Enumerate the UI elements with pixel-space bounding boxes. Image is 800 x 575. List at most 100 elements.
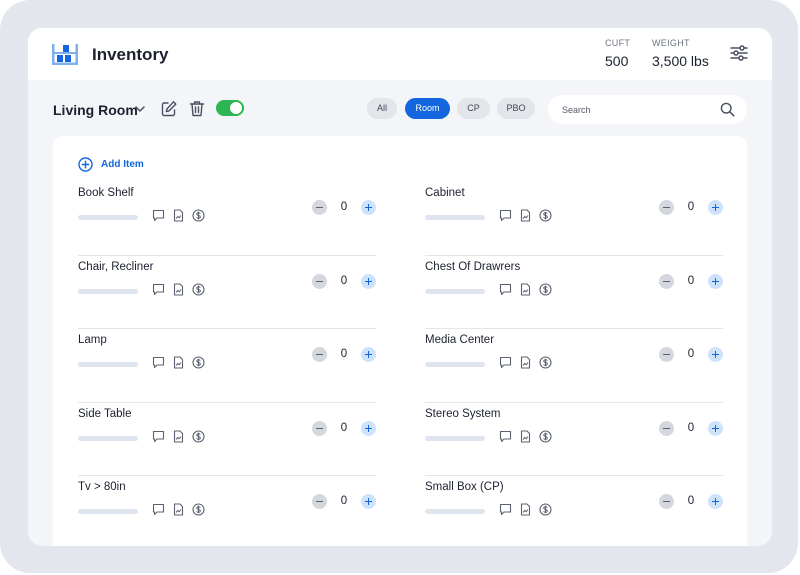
edit-icon[interactable]	[161, 100, 177, 117]
dollar-icon[interactable]	[192, 429, 205, 443]
settings-sliders-icon[interactable]	[729, 43, 749, 63]
increment-button[interactable]	[361, 420, 376, 436]
item-quantity: 0	[687, 495, 695, 507]
list-item: Media Center 0	[425, 329, 723, 403]
decrement-button[interactable]	[659, 347, 674, 362]
dollar-icon[interactable]	[192, 209, 205, 222]
increment-button[interactable]	[708, 200, 723, 215]
comment-icon[interactable]	[152, 430, 165, 443]
filter-room[interactable]: Room	[405, 98, 450, 119]
list-item: Side Table 0	[78, 403, 376, 476]
filter-cp[interactable]: CP	[457, 98, 490, 119]
decrement-button[interactable]	[312, 273, 327, 289]
dollar-icon[interactable]	[192, 356, 205, 369]
search-input[interactable]	[562, 101, 712, 118]
add-item-button[interactable]: Add Item	[78, 156, 144, 172]
item-name: Media Center	[425, 334, 495, 346]
comment-icon[interactable]	[499, 283, 512, 296]
inventory-panel: Add Item Book Shelf 0 Cabinet 0 Chair, Recli…	[53, 136, 747, 546]
cuft-value: 500	[605, 53, 629, 69]
item-name: Cabinet	[425, 187, 465, 199]
document-icon[interactable]	[519, 282, 532, 296]
item-progress-bar	[78, 509, 138, 514]
comment-icon[interactable]	[152, 356, 165, 369]
document-icon[interactable]	[519, 209, 532, 222]
comment-icon[interactable]	[499, 209, 512, 222]
document-icon[interactable]	[172, 503, 185, 516]
item-name: Chest Of Drawrers	[425, 260, 521, 273]
item-progress-bar	[78, 288, 138, 294]
trash-icon[interactable]	[189, 100, 205, 117]
item-progress-bar	[78, 362, 138, 367]
room-toolbar: Living Room All Room CP PBO	[28, 80, 772, 136]
dollar-icon[interactable]	[539, 429, 552, 443]
dollar-icon[interactable]	[539, 282, 552, 296]
item-name: Small Box (CP)	[425, 481, 504, 493]
decrement-button[interactable]	[659, 273, 674, 289]
list-item: Stereo System 0	[425, 403, 723, 476]
document-icon[interactable]	[519, 356, 532, 369]
comment-icon[interactable]	[152, 209, 165, 222]
item-quantity: 0	[687, 348, 695, 360]
list-item: Book Shelf 0	[78, 182, 376, 256]
room-selector-label[interactable]: Living Room	[53, 102, 138, 118]
dollar-icon[interactable]	[539, 209, 552, 222]
search-box	[548, 95, 747, 124]
dollar-icon[interactable]	[192, 282, 205, 296]
document-icon[interactable]	[519, 503, 532, 516]
increment-button[interactable]	[361, 347, 376, 362]
item-progress-bar	[78, 215, 138, 220]
item-quantity: 0	[687, 274, 695, 287]
increment-button[interactable]	[708, 273, 723, 289]
dollar-icon[interactable]	[192, 503, 205, 516]
item-progress-bar	[425, 288, 485, 294]
list-item: Chair, Recliner 0	[78, 256, 376, 329]
increment-button[interactable]	[708, 494, 723, 509]
comment-icon[interactable]	[499, 430, 512, 443]
item-quantity: 0	[340, 201, 348, 213]
document-icon[interactable]	[172, 356, 185, 369]
comment-icon[interactable]	[152, 283, 165, 296]
comment-icon[interactable]	[499, 503, 512, 516]
document-icon[interactable]	[172, 429, 185, 443]
document-icon[interactable]	[519, 429, 532, 443]
search-icon[interactable]	[720, 102, 735, 117]
increment-button[interactable]	[708, 347, 723, 362]
item-name: Book Shelf	[78, 187, 134, 199]
toggle-knob	[230, 102, 242, 114]
dollar-icon[interactable]	[539, 356, 552, 369]
decrement-button[interactable]	[659, 494, 674, 509]
comment-icon[interactable]	[499, 356, 512, 369]
item-progress-bar	[78, 435, 138, 441]
dollar-icon[interactable]	[539, 503, 552, 516]
decrement-button[interactable]	[312, 200, 327, 215]
increment-button[interactable]	[361, 200, 376, 215]
app-header: Inventory CUFT 500 WEIGHT 3,500 lbs	[28, 28, 772, 80]
chevron-down-icon[interactable]	[134, 104, 146, 114]
increment-button[interactable]	[361, 273, 376, 289]
item-quantity: 0	[687, 421, 695, 434]
item-progress-bar	[425, 215, 485, 220]
decrement-button[interactable]	[312, 494, 327, 509]
list-item: Cabinet 0	[425, 182, 723, 256]
decrement-button[interactable]	[659, 420, 674, 436]
document-icon[interactable]	[172, 282, 185, 296]
cuft-stat: CUFT 500	[605, 38, 630, 69]
item-name: Side Table	[78, 407, 132, 420]
decrement-button[interactable]	[659, 200, 674, 215]
decrement-button[interactable]	[312, 420, 327, 436]
increment-button[interactable]	[708, 420, 723, 436]
list-item: Tv > 80in 0	[78, 476, 376, 546]
item-name: Chair, Recliner	[78, 260, 154, 273]
document-icon[interactable]	[172, 209, 185, 222]
room-toggle[interactable]	[216, 100, 244, 116]
increment-button[interactable]	[361, 494, 376, 509]
decrement-button[interactable]	[312, 347, 327, 362]
filter-all[interactable]: All	[367, 98, 397, 119]
list-item: Lamp 0	[78, 329, 376, 403]
item-name: Tv > 80in	[78, 481, 126, 493]
app-screen: Inventory CUFT 500 WEIGHT 3,500 lbs Livi…	[28, 28, 772, 546]
comment-icon[interactable]	[152, 503, 165, 516]
filter-pbo[interactable]: PBO	[497, 98, 535, 119]
item-progress-bar	[425, 362, 485, 367]
